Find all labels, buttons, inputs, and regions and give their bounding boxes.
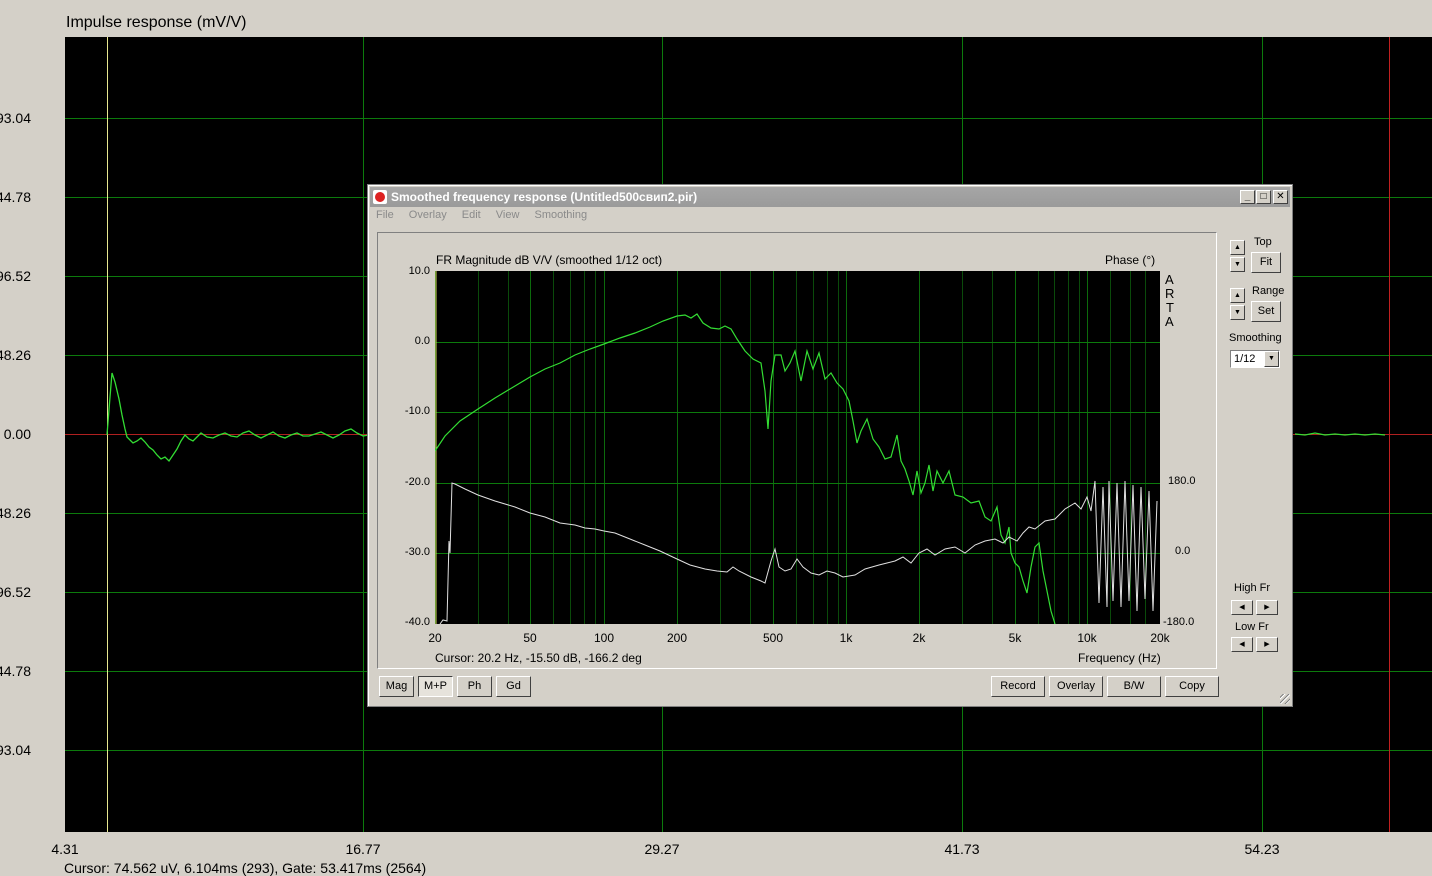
low-fr-right-arrow[interactable]: ▶: [1256, 637, 1278, 652]
y-tick-label: 0.00: [3, 426, 31, 442]
menu-edit[interactable]: Edit: [462, 209, 481, 221]
freq-axis-label: Frequency (Hz): [1078, 651, 1161, 665]
frequency-response-window[interactable]: Smoothed frequency response (Untitled500…: [367, 184, 1293, 707]
window-titlebar[interactable]: Smoothed frequency response (Untitled500…: [370, 187, 1290, 207]
record-button[interactable]: Record: [991, 676, 1045, 697]
mag-tick-label: -20.0: [404, 476, 430, 488]
gd-button[interactable]: Gd: [496, 676, 531, 697]
freq-tick-label: 20: [428, 631, 442, 645]
mag-tick-label: -30.0: [404, 546, 430, 558]
freq-tick-label: 200: [666, 631, 688, 645]
impulse-cursor-readout: Cursor: 74.562 uV, 6.104ms (293), Gate: …: [64, 860, 427, 876]
x-tick-label: 16.77: [345, 841, 381, 857]
y-tick-label: 193.04: [0, 110, 31, 126]
range-down-arrow[interactable]: ▼: [1230, 305, 1245, 320]
minimize-button[interactable]: _: [1240, 190, 1255, 204]
freq-tick-label: 1k: [839, 631, 853, 645]
menu-bar: File Overlay Edit View Smoothing: [370, 209, 1270, 227]
x-tick-label: 54.23: [1244, 841, 1280, 857]
copy-button[interactable]: Copy: [1165, 676, 1219, 697]
set-button[interactable]: Set: [1251, 301, 1281, 322]
y-tick-label: -193.04: [0, 742, 31, 758]
y-tick-label: -144.78: [0, 663, 31, 679]
fit-button[interactable]: Fit: [1251, 252, 1281, 273]
arta-letter: A: [1165, 314, 1174, 329]
y-tick-label: -96.52: [0, 584, 31, 600]
phase-tick-label: -180.0: [1163, 616, 1195, 628]
arta-letter: A: [1165, 272, 1174, 287]
mag-tick-label: 0.0: [414, 335, 430, 347]
mag-tick-label: -40.0: [404, 616, 430, 628]
smoothing-select[interactable]: 1/12 ▼: [1230, 350, 1280, 368]
overlay-button[interactable]: Overlay: [1049, 676, 1103, 697]
y-tick-label: -48.26: [0, 505, 31, 521]
x-tick-label: 41.73: [944, 841, 980, 857]
arta-letter: T: [1166, 300, 1174, 315]
freq-tick-label: 5k: [1008, 631, 1022, 645]
bw-button[interactable]: B/W: [1107, 676, 1161, 697]
y-tick-label: 96.52: [0, 268, 31, 284]
fr-plot-canvas: [435, 271, 1160, 624]
chevron-down-icon[interactable]: ▼: [1264, 351, 1279, 367]
mp-button[interactable]: M+P: [418, 676, 453, 697]
menu-overlay[interactable]: Overlay: [409, 209, 447, 221]
app-icon: [373, 190, 387, 204]
phase-tick-label: 0.0: [1175, 545, 1191, 557]
freq-tick-label: 50: [523, 631, 537, 645]
range-label: Range: [1252, 285, 1285, 297]
low-fr-left-arrow[interactable]: ◀: [1231, 637, 1253, 652]
fr-cursor-readout: Cursor: 20.2 Hz, -15.50 dB, -166.2 deg: [435, 651, 642, 665]
resize-grip-icon[interactable]: [1280, 694, 1290, 704]
freq-tick-label: 100: [593, 631, 615, 645]
low-fr-label: Low Fr: [1235, 621, 1269, 633]
x-tick-label: 4.31: [51, 841, 79, 857]
top-up-arrow[interactable]: ▲: [1230, 240, 1245, 255]
mag-tick-label: -10.0: [404, 405, 430, 417]
ph-button[interactable]: Ph: [457, 676, 492, 697]
menu-file[interactable]: File: [376, 209, 394, 221]
freq-tick-label: 500: [762, 631, 784, 645]
frequency-response-plot[interactable]: [435, 271, 1160, 624]
impulse-plot-title: Impulse response (mV/V): [66, 14, 247, 31]
range-up-arrow[interactable]: ▲: [1230, 288, 1245, 303]
fr-plot-title: FR Magnitude dB V/V (smoothed 1/12 oct): [436, 253, 663, 267]
high-fr-right-arrow[interactable]: ▶: [1256, 600, 1278, 615]
phase-tick-label: 180.0: [1168, 475, 1196, 487]
high-fr-label: High Fr: [1234, 582, 1271, 594]
freq-tick-label: 10k: [1077, 631, 1097, 645]
high-fr-left-arrow[interactable]: ◀: [1231, 600, 1253, 615]
top-label: Top: [1254, 236, 1272, 248]
y-tick-label: 48.26: [0, 347, 31, 363]
mag-tick-label: 10.0: [408, 265, 430, 277]
maximize-button[interactable]: □: [1256, 190, 1271, 204]
mag-button[interactable]: Mag: [379, 676, 414, 697]
close-button[interactable]: ✕: [1273, 190, 1288, 204]
top-down-arrow[interactable]: ▼: [1230, 257, 1245, 272]
y-tick-label: 144.78: [0, 189, 31, 205]
smoothing-label: Smoothing: [1229, 332, 1282, 344]
arta-letter: R: [1165, 286, 1175, 301]
menu-smoothing[interactable]: Smoothing: [535, 209, 588, 221]
freq-tick-label: 2k: [912, 631, 926, 645]
freq-tick-label: 20k: [1150, 631, 1170, 645]
window-title: Smoothed frequency response (Untitled500…: [391, 190, 698, 204]
x-tick-label: 29.27: [644, 841, 680, 857]
smoothing-value: 1/12: [1234, 353, 1256, 365]
phase-title: Phase (°): [1105, 253, 1156, 267]
menu-view[interactable]: View: [496, 209, 520, 221]
